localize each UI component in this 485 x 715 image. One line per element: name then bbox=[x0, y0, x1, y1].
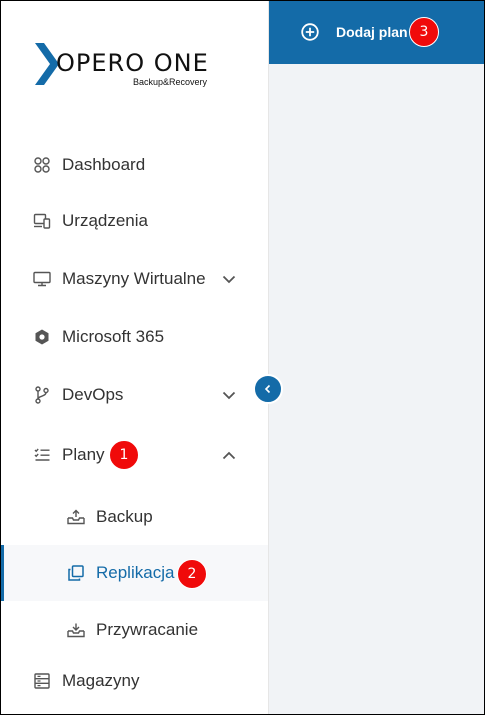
chevron-down-icon[interactable] bbox=[221, 271, 237, 287]
sidebar-item-label: Urządzenia bbox=[62, 211, 148, 230]
add-plan-label: Dodaj plan bbox=[336, 24, 408, 40]
sidebar-item-dashboard[interactable]: Dashboard bbox=[1, 145, 268, 185]
sidebar-item-label: Backup bbox=[96, 507, 153, 526]
sidebar-item-devices[interactable]: Urządzenia bbox=[1, 201, 268, 241]
main-content: Dodaj plan 3 bbox=[269, 1, 484, 714]
sidebar-item-label: Dashboard bbox=[62, 155, 146, 174]
sidebar-item-label: Przywracanie bbox=[96, 620, 199, 639]
sidebar-item-label: Maszyny Wirtualne bbox=[62, 269, 206, 288]
sidebar-item-virtual-machines[interactable]: Maszyny Wirtualne bbox=[1, 259, 268, 299]
chevron-down-icon[interactable] bbox=[221, 387, 237, 403]
git-branch-icon bbox=[33, 386, 51, 404]
sidebar-item-label: Magazyny bbox=[62, 671, 140, 690]
add-plan-button[interactable]: Dodaj plan bbox=[301, 20, 408, 44]
sidebar-subitem-restore[interactable]: Przywracanie bbox=[1, 610, 268, 650]
sidebar-item-microsoft-365[interactable]: Microsoft 365 bbox=[1, 317, 268, 357]
devices-icon bbox=[33, 212, 51, 230]
download-tray-icon bbox=[67, 621, 85, 639]
step-badge: 3 bbox=[409, 17, 439, 47]
chevron-left-icon bbox=[264, 384, 271, 394]
sidebar-item-label: Plany bbox=[62, 445, 105, 464]
sidebar-item-storage[interactable]: Magazyny bbox=[1, 661, 268, 701]
brand-tagline: Backup&Recovery bbox=[133, 77, 208, 87]
collapse-sidebar-button[interactable] bbox=[253, 374, 283, 404]
grid-circles-icon bbox=[33, 156, 51, 174]
checklist-icon bbox=[33, 446, 51, 464]
step-badge: 1 bbox=[109, 440, 139, 470]
sidebar-item-label: Microsoft 365 bbox=[62, 327, 165, 346]
active-indicator bbox=[1, 545, 4, 601]
sidebar-item-label: Replikacja bbox=[96, 563, 175, 582]
brand-name: OPERO ONE bbox=[56, 49, 209, 77]
storage-icon bbox=[33, 672, 51, 690]
top-toolbar: Dodaj plan 3 bbox=[269, 1, 484, 64]
sidebar-item-devops[interactable]: DevOps bbox=[1, 375, 268, 415]
upload-tray-icon bbox=[67, 508, 85, 526]
sidebar: OPERO ONE Backup&Recovery Dashboard Urzą… bbox=[1, 1, 269, 714]
step-badge: 2 bbox=[177, 559, 207, 589]
sidebar-subitem-replication[interactable]: Replikacja bbox=[1, 545, 268, 601]
sidebar-subitem-backup[interactable]: Backup bbox=[1, 497, 268, 537]
app-logo[interactable]: OPERO ONE Backup&Recovery bbox=[35, 41, 225, 89]
chevron-up-icon[interactable] bbox=[221, 447, 237, 463]
copy-icon bbox=[67, 564, 85, 582]
monitor-icon bbox=[33, 270, 51, 288]
plus-circle-icon bbox=[301, 23, 319, 41]
sidebar-item-label: DevOps bbox=[62, 385, 124, 404]
hexagon-icon bbox=[33, 328, 51, 346]
